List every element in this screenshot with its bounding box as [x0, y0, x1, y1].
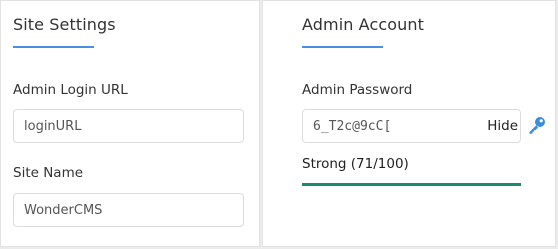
admin-password-field: Hide	[302, 109, 521, 143]
site-settings-title: Site Settings	[13, 15, 116, 34]
admin-password-input[interactable]	[303, 110, 481, 142]
site-settings-title-underline	[13, 46, 94, 48]
admin-account-title: Admin Account	[302, 15, 424, 34]
password-strength-text: Strong (71/100)	[302, 156, 409, 172]
admin-login-url-label: Admin Login URL	[13, 82, 128, 98]
password-strength-bar-fill	[302, 183, 521, 186]
admin-login-url-input[interactable]	[13, 109, 244, 143]
admin-account-panel: Admin Account Admin Password Hide Strong…	[262, 0, 556, 247]
key-icon[interactable]	[527, 115, 547, 135]
admin-password-label: Admin Password	[302, 82, 413, 98]
password-strength-bar	[302, 183, 521, 186]
site-name-input[interactable]	[13, 193, 244, 227]
site-name-label: Site Name	[13, 165, 84, 181]
site-settings-panel: Site Settings Admin Login URL Site Name	[0, 0, 260, 247]
hide-password-button[interactable]: Hide	[487, 118, 518, 134]
admin-account-title-underline	[302, 46, 383, 48]
